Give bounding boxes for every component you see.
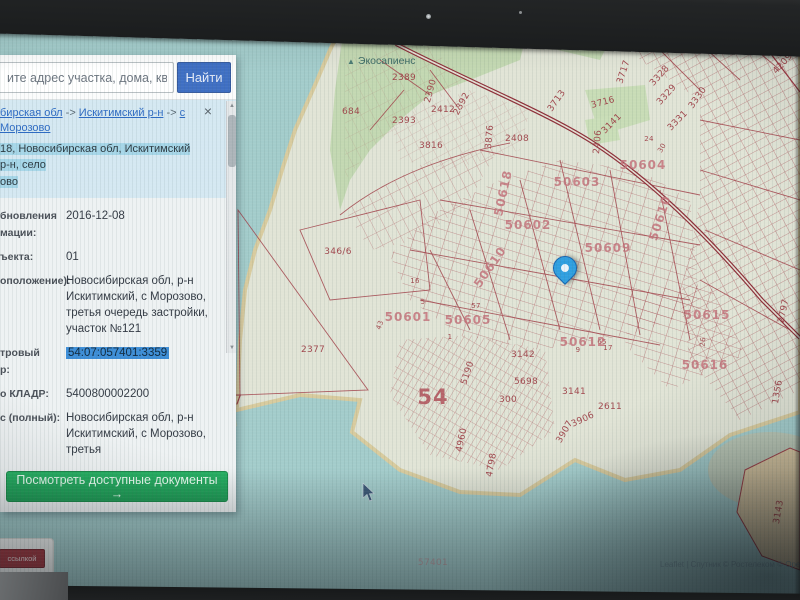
breadcrumb-separator: -> [63, 107, 79, 119]
search-input[interactable] [0, 62, 174, 93]
field-value: 5400800002200 [66, 388, 149, 400]
info-row: о КЛАДР: 5400800002200 [0, 382, 236, 406]
field-label: ъекта: [0, 249, 60, 265]
selected-object-card: × бирская обл -> Искитимский р-н -> с Мо… [0, 100, 236, 198]
field-value: Новосибирская обл, р-н Искитимский, с Мо… [66, 412, 206, 456]
share-link-button[interactable]: ссылкой [0, 549, 45, 568]
breadcrumb-link[interactable]: Искитимский р-н [79, 107, 164, 119]
poi-ecosapiens: ▲Экосапиенс [347, 55, 416, 67]
field-label: бновлениямации: [0, 208, 60, 241]
poi-marker-icon: ▲ [347, 57, 355, 66]
view-documents-button[interactable]: Посмотреть доступные документы → [6, 471, 228, 502]
panel-scrollbar[interactable]: ▲ ▼ [226, 101, 236, 353]
webcam-led-icon [426, 14, 431, 19]
field-value: 01 [66, 251, 79, 263]
info-row: тровыйр: 54:07:057401:3359 [0, 341, 236, 382]
search-row: Найти [0, 55, 236, 100]
field-value: Новосибирская обл, р-н Искитимский, с Мо… [66, 275, 208, 335]
scroll-up-icon[interactable]: ▲ [227, 101, 237, 111]
breadcrumb-link[interactable]: бирская обл [0, 107, 63, 119]
field-value: 54:07:057401:3359 [66, 347, 169, 359]
selected-address: 18, Новосибирская обл, Искитимский р-н, … [0, 141, 226, 191]
scrollbar-thumb[interactable] [228, 115, 236, 167]
map-attribution: Leaflet | Спутник © Ростелеком © Ope [660, 560, 800, 569]
info-row: с (полный): Новосибирская обл, р-н Искит… [0, 406, 236, 462]
laptop-screen-photo: 6842389239023932412239238162408387637133… [0, 0, 800, 600]
bezel-dot-icon [519, 11, 522, 14]
info-row: бновлениямации: 2016-12-08 [0, 204, 236, 245]
info-row: оположение): Новосибирская обл, р-н Иски… [0, 269, 236, 341]
share-panel: ссылкой [0, 538, 54, 576]
address-search-panel: Найти × бирская обл -> Искитимский р-н -… [0, 55, 236, 512]
field-label: оположение): [0, 273, 60, 337]
breadcrumb-separator: -> [163, 107, 179, 119]
info-row: ъекта: 01 [0, 245, 236, 269]
field-label: о КЛАДР: [0, 386, 60, 402]
field-label: тровыйр: [0, 345, 60, 378]
laptop-hinge [0, 572, 68, 600]
field-label: с (полный): [0, 410, 60, 458]
search-button[interactable]: Найти [177, 62, 231, 93]
object-info-rows: бновлениямации: 2016-12-08 ъекта: 01 опо… [0, 198, 236, 462]
close-icon[interactable]: × [204, 104, 212, 118]
scroll-down-icon[interactable]: ▼ [227, 343, 237, 353]
breadcrumb: бирская обл -> Искитимский р-н -> с Моро… [0, 106, 226, 137]
mouse-cursor-icon [362, 483, 376, 503]
field-value: 2016-12-08 [66, 210, 125, 222]
